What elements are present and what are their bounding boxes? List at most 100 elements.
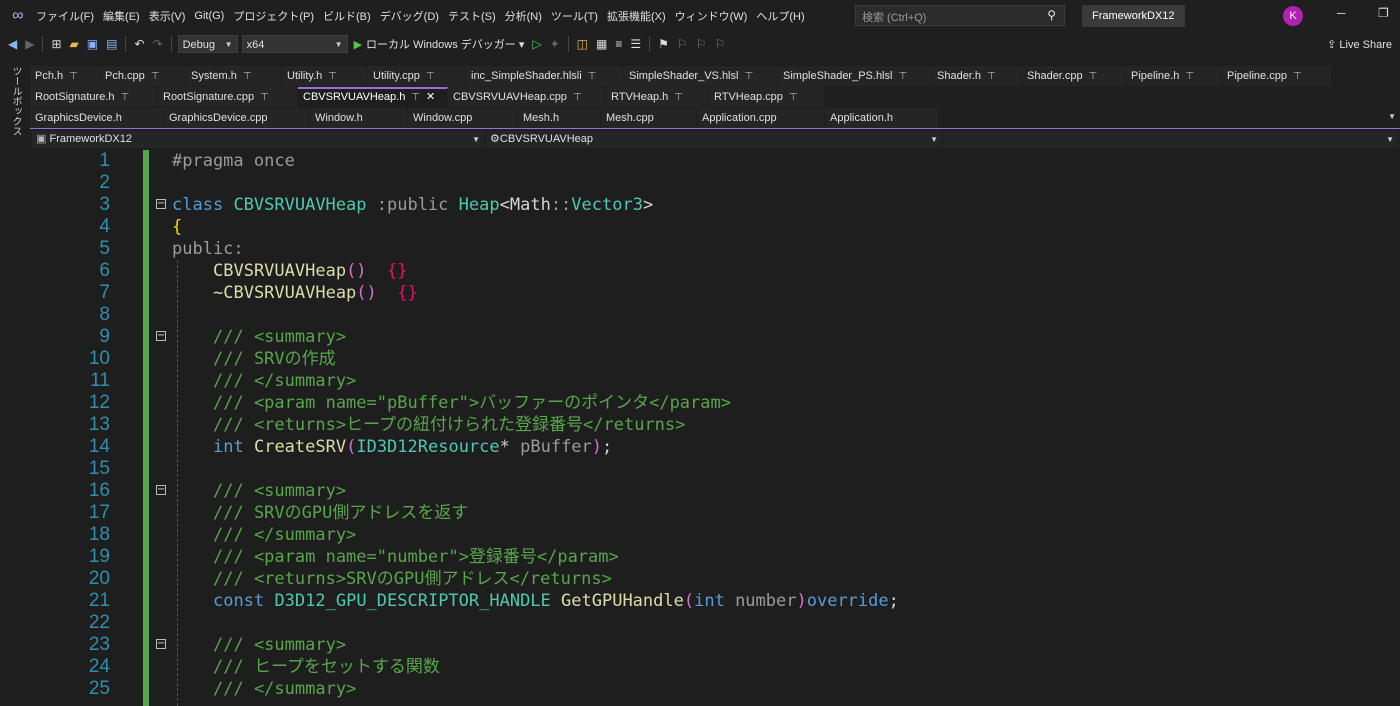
tab-label: Window.cpp (413, 112, 473, 124)
menu-view[interactable]: 表示(V) (149, 8, 195, 24)
pin-icon[interactable]: ⊤ (69, 71, 78, 82)
uncomment-icon[interactable]: ☰ (626, 37, 645, 51)
tab-utility-h[interactable]: Utility.h ⊤ (282, 66, 368, 86)
tab-mesh-cpp[interactable]: Mesh.cpp (601, 108, 697, 128)
tab-rootsignature-cpp[interactable]: RootSignature.cpp ⊤ (158, 87, 298, 107)
hot-reload-icon[interactable]: ✦ (546, 37, 564, 51)
pin-icon[interactable]: ⊤ (121, 92, 130, 103)
tab-pipeline-h[interactable]: Pipeline.h ⊤ (1126, 66, 1222, 86)
pin-icon[interactable]: ⊤ (328, 71, 337, 82)
menu-build[interactable]: ビルド(B) (323, 8, 380, 24)
tab-application-cpp[interactable]: Application.cpp (697, 108, 825, 128)
tab-system-h[interactable]: System.h ⊤ (186, 66, 282, 86)
project-dropdown[interactable]: ▣ FrameworkDX12 ▼ (32, 131, 484, 148)
code-line-9: 9−/// <summary> (99, 326, 347, 347)
tab-pipeline-cpp[interactable]: Pipeline.cpp ⊤ (1222, 66, 1332, 86)
new-project-icon[interactable]: ⊞ (47, 37, 65, 51)
menu-analyze[interactable]: 分析(N) (505, 8, 551, 24)
live-share-button[interactable]: ⇪ Live Share (1327, 38, 1392, 51)
tab-cbvsrvuavheap-cpp[interactable]: CBVSRVUAVHeap.cpp ⊤ (448, 87, 606, 107)
tab-simpleshader-vs[interactable]: SimpleShader_VS.hlsl ⊤ (624, 66, 778, 86)
pin-icon[interactable]: ⊤ (260, 92, 269, 103)
visual-studio-logo-icon[interactable]: ∞ (0, 7, 36, 25)
close-icon[interactable]: ✕ (426, 91, 435, 103)
pin-icon[interactable]: ⊤ (426, 71, 435, 82)
browse-icon[interactable]: ◫ (573, 37, 592, 51)
tab-rootsignature-h[interactable]: RootSignature.h ⊤ (30, 87, 158, 107)
configuration-select[interactable]: Debug ▼ (177, 35, 238, 53)
pin-icon[interactable]: ⊤ (1089, 71, 1098, 82)
collapse-icon[interactable]: − (156, 639, 166, 649)
tab-overflow-chevron-icon[interactable]: ▼ (1388, 112, 1396, 121)
start-debugging-button[interactable]: ▶ ローカル Windows デバッガー ▾ (350, 36, 529, 52)
pin-icon[interactable]: ⊤ (151, 71, 160, 82)
menu-help[interactable]: ヘルプ(H) (756, 8, 813, 24)
search-input[interactable]: 検索 (Ctrl+Q) ⚲ (855, 5, 1065, 26)
pin-icon[interactable]: ⊤ (744, 71, 753, 82)
next-bookmark-icon[interactable]: ⚐ (692, 37, 711, 51)
menu-project[interactable]: プロジェクト(P) (233, 8, 323, 24)
forward-icon[interactable]: ▶ (21, 37, 38, 51)
member-dropdown[interactable]: ▼ (944, 131, 1398, 148)
save-icon[interactable]: ▣ (83, 37, 102, 51)
tab-graphicsdevice-cpp[interactable]: GraphicsDevice.cpp (164, 108, 310, 128)
pin-icon[interactable]: ⊤ (588, 71, 597, 82)
scope-dropdown[interactable]: ⚙CBVSRVUAVHeap ▼ (486, 131, 942, 148)
tab-pch-h[interactable]: Pch.h ⊤ (30, 66, 100, 86)
prev-bookmark-icon[interactable]: ⚐ (673, 37, 692, 51)
tab-simpleshader-ps[interactable]: SimpleShader_PS.hlsl ⊤ (778, 66, 932, 86)
save-all-icon[interactable]: ▤ (102, 37, 121, 51)
tab-pch-cpp[interactable]: Pch.cpp ⊤ (100, 66, 186, 86)
collapse-icon[interactable]: − (156, 331, 166, 341)
back-icon[interactable]: ◀ (4, 37, 21, 51)
tab-rtvheap-h[interactable]: RTVHeap.h ⊤ (606, 87, 709, 107)
tab-application-h[interactable]: Application.h (825, 108, 939, 128)
tab-inc-simpleshader[interactable]: inc_SimpleShader.hlsli ⊤ (466, 66, 624, 86)
menu-test[interactable]: テスト(S) (448, 8, 505, 24)
pin-icon[interactable]: ⊤ (243, 71, 252, 82)
pin-icon[interactable]: ⊤ (1293, 71, 1302, 82)
open-folder-icon[interactable]: ▰ (66, 37, 83, 51)
comment-icon[interactable]: ≡ (611, 37, 626, 51)
code-editor[interactable]: 1 #pragma once 2 3− class CBVSRVUAVHeap :p… (30, 150, 1400, 706)
menu-debug[interactable]: デバッグ(D) (380, 8, 448, 24)
restore-icon[interactable]: ❐ (1378, 6, 1389, 20)
menu-git[interactable]: Git(G) (194, 10, 233, 22)
menu-file[interactable]: ファイル(F) (36, 8, 103, 24)
menu-window[interactable]: ウィンドウ(W) (675, 8, 757, 24)
tab-shader-h[interactable]: Shader.h ⊤ (932, 66, 1022, 86)
menu-extensions[interactable]: 拡張機能(X) (607, 8, 675, 24)
pin-icon[interactable]: ⊤ (411, 92, 420, 103)
tab-rtvheap-cpp[interactable]: RTVHeap.cpp ⊤ (709, 87, 825, 107)
search-icon: ⚲ (1047, 8, 1056, 22)
pin-icon[interactable]: ⊤ (674, 92, 683, 103)
start-without-debugging-icon[interactable]: ▷ (528, 37, 545, 51)
tab-shader-cpp[interactable]: Shader.cpp ⊤ (1022, 66, 1126, 86)
code-line-18: 18/// </summary> (88, 524, 357, 545)
platform-select[interactable]: x64 ▼ (241, 35, 348, 53)
pin-icon[interactable]: ⊤ (987, 71, 996, 82)
pin-icon[interactable]: ⊤ (789, 92, 798, 103)
redo-icon[interactable]: ↷ (149, 37, 167, 51)
pin-icon[interactable]: ⊤ (573, 92, 582, 103)
pin-icon[interactable]: ⊤ (898, 71, 907, 82)
undo-icon[interactable]: ↶ (130, 37, 148, 51)
menu-tools[interactable]: ツール(T) (551, 8, 607, 24)
tab-mesh-h[interactable]: Mesh.h (518, 108, 601, 128)
tab-utility-cpp[interactable]: Utility.cpp ⊤ (368, 66, 466, 86)
minimize-icon[interactable]: ─ (1337, 6, 1346, 20)
collapse-icon[interactable]: − (156, 199, 166, 209)
collapse-icon[interactable]: − (156, 485, 166, 495)
clear-bookmarks-icon[interactable]: ⚐ (710, 37, 729, 51)
tab-window-h[interactable]: Window.h (310, 108, 408, 128)
solution-name-badge[interactable]: FrameworkDX12 (1082, 5, 1185, 27)
bookmark-icon[interactable]: ⚑ (654, 37, 673, 51)
tab-window-cpp[interactable]: Window.cpp (408, 108, 518, 128)
menu-edit[interactable]: 編集(E) (103, 8, 149, 24)
avatar[interactable]: K (1283, 6, 1303, 26)
window-layout-icon[interactable]: ▦ (592, 37, 611, 51)
tab-cbvsrvuavheap-h[interactable]: CBVSRVUAVHeap.h ⊤ ✕ (298, 87, 448, 107)
pin-icon[interactable]: ⊤ (1185, 71, 1194, 82)
tab-graphicsdevice-h[interactable]: GraphicsDevice.h (30, 108, 164, 128)
toolbox-panel[interactable]: ツールボックス (0, 56, 30, 706)
